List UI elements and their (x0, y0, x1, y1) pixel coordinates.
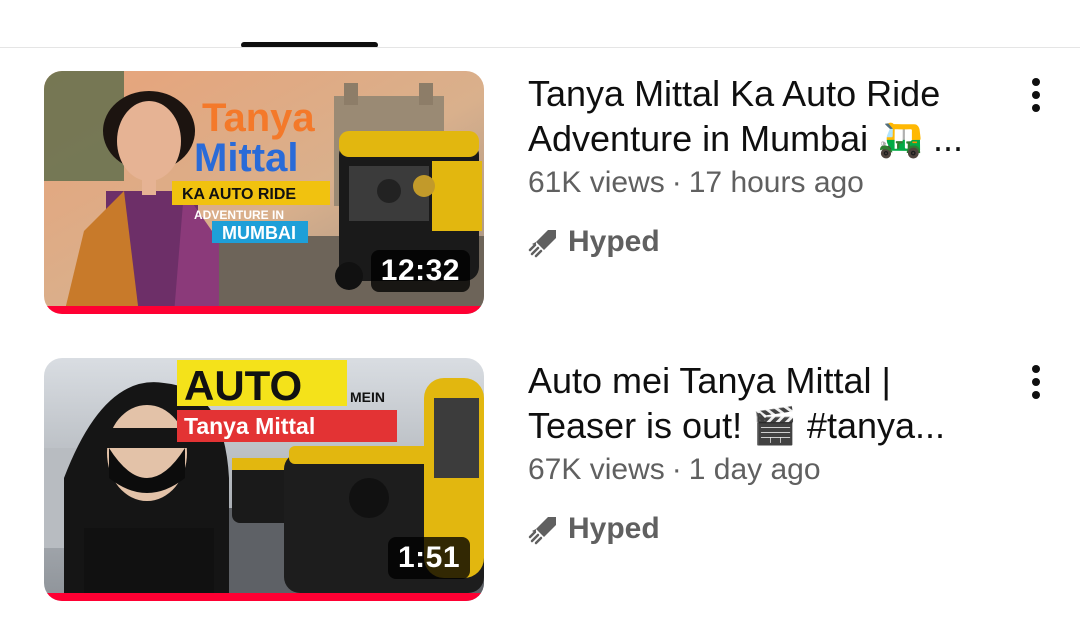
watch-progress-fill (44, 593, 484, 601)
watch-progress-fill (44, 306, 484, 314)
thumb-text-line4: ADVENTURE IN (194, 208, 284, 222)
thumb-text-line5: MUMBAI (222, 223, 296, 243)
video-info[interactable]: Auto mei Tanya Mittal | Teaser is out! 🎬… (528, 358, 1008, 546)
video-item[interactable]: Tanya Mittal KA AUTO RIDE ADVENTURE IN M… (0, 71, 1080, 316)
thumb-text-line3: KA AUTO RIDE (182, 186, 296, 203)
more-vert-icon (1032, 365, 1040, 373)
video-thumbnail[interactable]: AUTO MEIN Tanya Mittal 1:51 (44, 358, 484, 601)
thumb-text-line2: Mittal (194, 136, 298, 180)
video-item[interactable]: AUTO MEIN Tanya Mittal 1:51 Auto mei Tan… (0, 358, 1080, 603)
meta-separator: · (671, 166, 682, 199)
view-count: 61K views (528, 166, 665, 199)
hyped-label: Hyped (568, 512, 660, 545)
meta-separator: · (671, 453, 682, 486)
hyped-badge[interactable]: Hyped (528, 225, 1008, 259)
watch-progress (44, 306, 484, 314)
upload-age: 17 hours ago (688, 166, 864, 199)
video-thumbnail[interactable]: Tanya Mittal KA AUTO RIDE ADVENTURE IN M… (44, 71, 484, 314)
thumb-text-line3: Tanya Mittal (184, 413, 315, 439)
duration-badge: 1:51 (387, 537, 470, 579)
more-vert-icon (1032, 78, 1040, 86)
view-count: 67K views (528, 453, 665, 486)
watch-progress (44, 593, 484, 601)
more-options-button[interactable] (1014, 73, 1058, 117)
video-title[interactable]: Auto mei Tanya Mittal | Teaser is out! 🎬… (528, 358, 1008, 448)
more-vert-icon-dot (1032, 104, 1040, 112)
top-divider (0, 47, 1080, 48)
hyped-badge[interactable]: Hyped (528, 512, 1008, 546)
hyped-label: Hyped (568, 225, 660, 258)
duration-badge: 12:32 (370, 250, 470, 292)
more-vert-icon-dot (1032, 378, 1040, 386)
video-title[interactable]: Tanya Mittal Ka Auto Ride Adventure in M… (528, 71, 1008, 161)
upload-age: 1 day ago (688, 453, 821, 486)
video-meta: 67K views · 1 day ago (528, 450, 1008, 490)
thumb-text-line2: MEIN (350, 389, 385, 405)
video-meta: 61K views · 17 hours ago (528, 163, 1008, 203)
hyped-rocket-icon (528, 230, 556, 258)
more-vert-icon-dot (1032, 391, 1040, 399)
video-info[interactable]: Tanya Mittal Ka Auto Ride Adventure in M… (528, 71, 1008, 259)
more-vert-icon-dot (1032, 91, 1040, 99)
thumb-text-line1: Tanya (202, 96, 315, 140)
thumb-text-line1: AUTO (184, 362, 302, 409)
hyped-rocket-icon (528, 517, 556, 545)
more-options-button[interactable] (1014, 360, 1058, 404)
